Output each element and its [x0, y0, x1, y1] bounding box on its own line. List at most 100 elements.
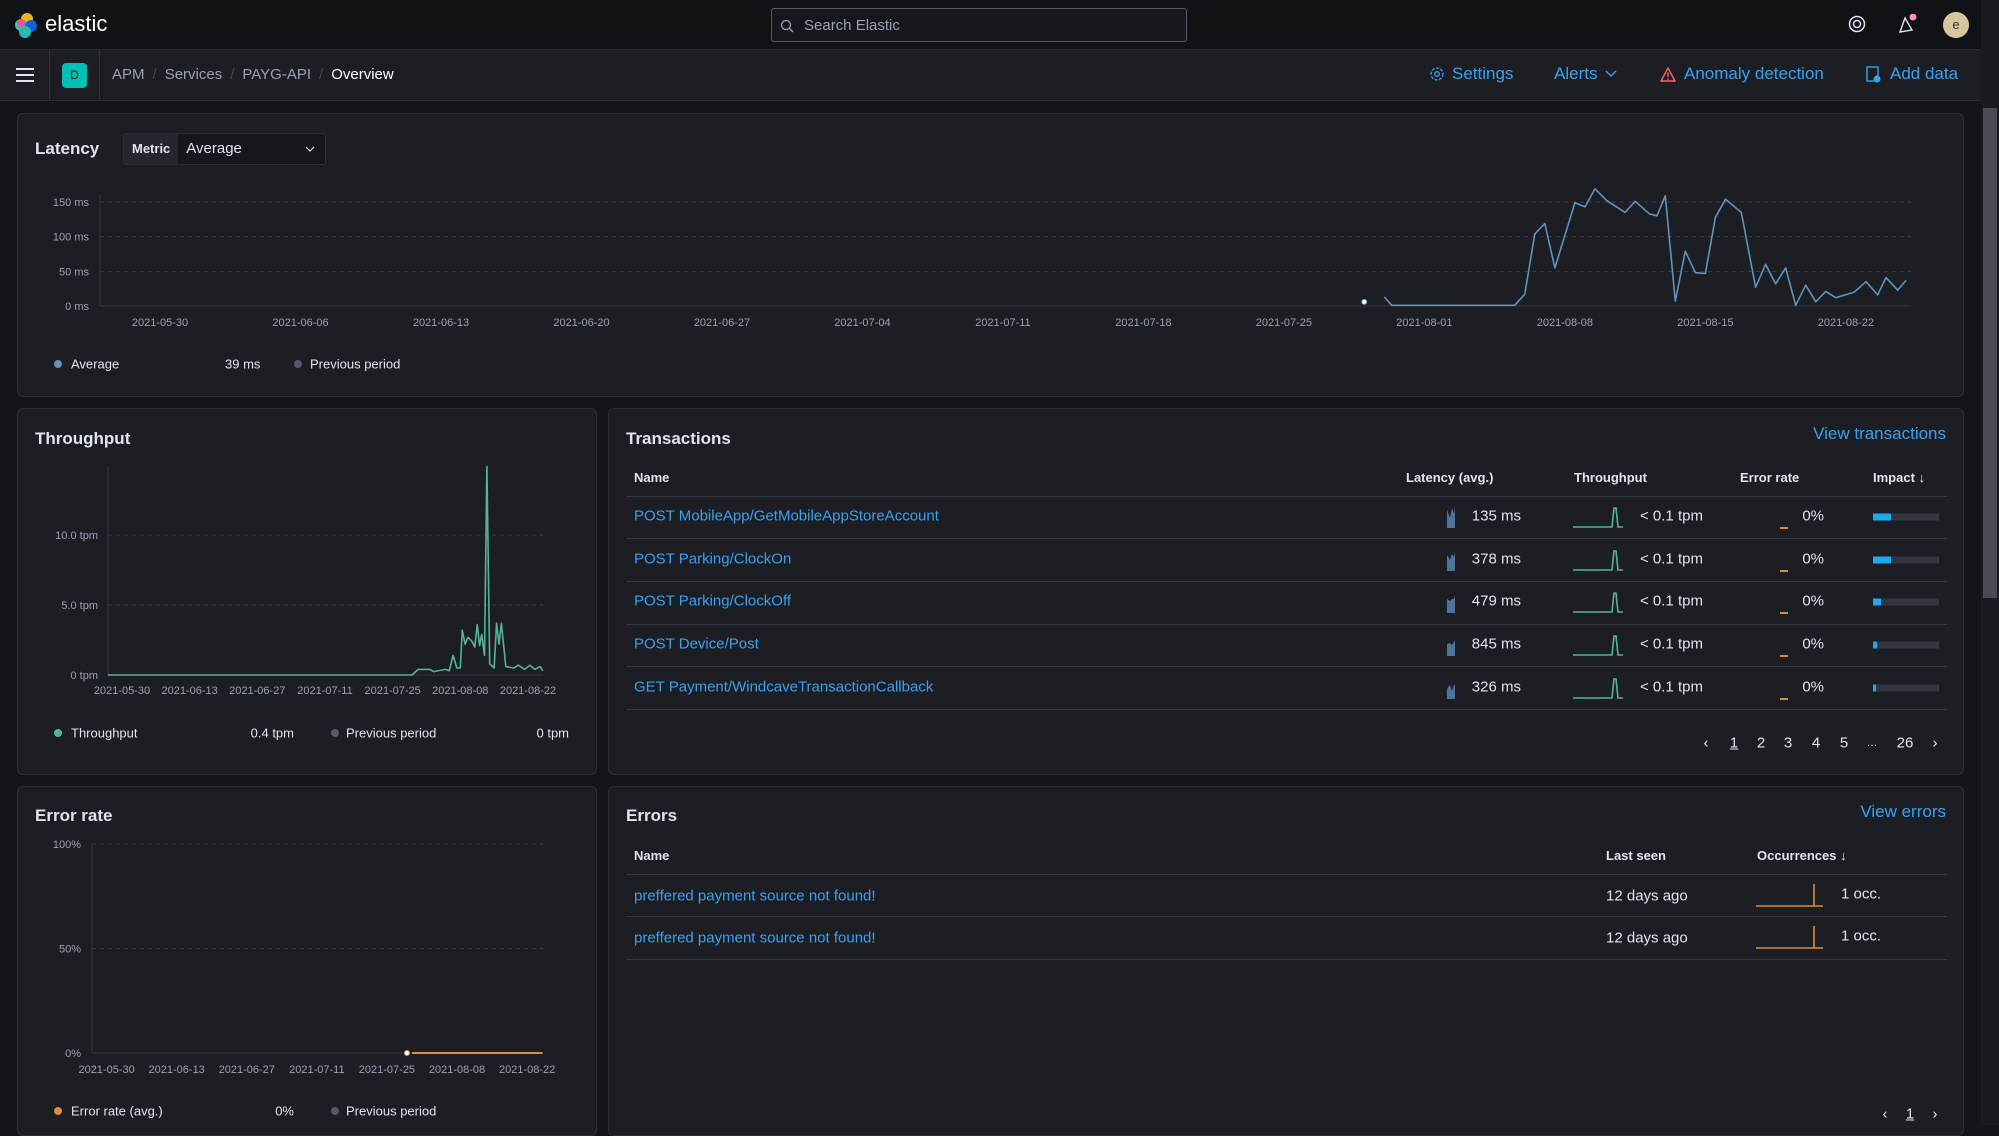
y-tick-label: 0% [65, 1048, 81, 1060]
occurrences-value: 1 occ. [1841, 927, 1882, 945]
row-divider [626, 874, 1947, 875]
pagination-page-3[interactable]: 3 [1784, 735, 1792, 752]
space-badge[interactable]: D [62, 63, 87, 88]
errors-panel: Errors View errors Name Last seen Occurr… [608, 786, 1964, 1136]
pagination-prev[interactable]: ‹ [1883, 1106, 1888, 1123]
breadcrumb-apm[interactable]: APM [112, 66, 145, 83]
y-tick-label: 100 ms [53, 232, 90, 244]
sort-down-icon: ↓ [1918, 470, 1926, 485]
transaction-name-link[interactable]: POST Parking/ClockOff [634, 593, 791, 610]
elastic-logo[interactable] [13, 12, 39, 38]
pagination-page-2[interactable]: 2 [1757, 735, 1765, 752]
pagination-next[interactable]: › [1933, 1106, 1938, 1123]
breadcrumb-current: Overview [331, 66, 394, 83]
view-transactions-link[interactable]: View transactions [1813, 424, 1946, 444]
x-tick-label: 2021-06-27 [694, 317, 750, 329]
help-icon[interactable] [1848, 15, 1866, 33]
scrollbar-thumb[interactable] [1983, 108, 1997, 598]
transaction-name-link[interactable]: POST Device/Post [634, 636, 759, 653]
divider [49, 50, 50, 101]
error-name-link[interactable]: preffered payment source not found! [634, 888, 876, 905]
add-data-button[interactable]: Add data [1866, 64, 1958, 84]
x-tick-label: 2021-06-20 [553, 317, 609, 329]
page-scrollbar[interactable] [1981, 0, 1999, 1125]
column-name[interactable]: Name [634, 470, 669, 485]
legend-error-rate-value: 0% [275, 1103, 294, 1119]
newsfeed-icon[interactable] [1897, 14, 1917, 34]
column-occurrences[interactable]: Occurrences ↓ [1757, 848, 1847, 863]
pagination-page-1[interactable]: 1 [1730, 735, 1738, 752]
latency-value: 378 ms [1471, 550, 1521, 568]
x-tick-label: 2021-06-27 [219, 1064, 275, 1076]
top-header: elastic Search Elastic e [0, 0, 1981, 50]
avatar[interactable]: e [1943, 12, 1969, 38]
settings-button[interactable]: Settings [1429, 64, 1513, 84]
sort-down-icon: ↓ [1840, 848, 1847, 863]
column-last-seen[interactable]: Last seen [1606, 848, 1666, 863]
y-tick-label: 0 tpm [70, 670, 98, 682]
error-rate-value: 0% [1802, 592, 1824, 610]
pagination-prev[interactable]: ‹ [1704, 735, 1709, 752]
transaction-name-link[interactable]: POST MobileApp/GetMobileAppStoreAccount [634, 508, 939, 525]
x-tick-label: 2021-06-13 [413, 317, 469, 329]
breadcrumb-services[interactable]: Services [165, 66, 223, 83]
x-tick-label: 2021-05-30 [132, 317, 188, 329]
anomaly-detection-button[interactable]: Anomaly detection [1660, 64, 1824, 84]
latency-value: 479 ms [1471, 592, 1521, 610]
anomaly-label: Anomaly detection [1684, 64, 1824, 83]
x-tick-label: 2021-08-08 [429, 1064, 485, 1076]
throughput-value: < 0.1 tpm [1640, 550, 1703, 568]
x-tick-label: 2021-07-04 [834, 317, 890, 329]
error-rate-value: 0% [1802, 550, 1824, 568]
column-impact-label: Impact [1873, 470, 1915, 485]
throughput-value: < 0.1 tpm [1640, 592, 1703, 610]
column-throughput[interactable]: Throughput [1574, 470, 1647, 485]
y-tick-label: 50 ms [59, 266, 89, 278]
error-rate-value: 0% [1802, 635, 1824, 653]
alerts-button[interactable]: Alerts [1554, 64, 1617, 84]
x-tick-label: 2021-06-06 [272, 317, 328, 329]
add-data-label: Add data [1890, 64, 1959, 83]
column-name[interactable]: Name [634, 848, 669, 863]
legend-error-rate[interactable]: Error rate (avg.) [71, 1104, 163, 1119]
occurrences-sparkline [1756, 884, 1823, 907]
error-name-link[interactable]: preffered payment source not found! [634, 930, 876, 947]
impact-bar [1873, 556, 1939, 564]
transaction-name-link[interactable]: GET Payment/WindcaveTransactionCallback [634, 679, 933, 696]
logo-text: elastic [45, 11, 108, 36]
series-line-latency [1383, 188, 1907, 307]
transaction-name-link[interactable]: POST Parking/ClockOn [634, 551, 791, 568]
latency-sparkline [1447, 640, 1455, 656]
pagination-next[interactable]: › [1933, 735, 1938, 752]
pagination-page-1[interactable]: 1 [1906, 1106, 1914, 1123]
legend-previous[interactable]: Previous period [346, 726, 436, 741]
legend-previous[interactable]: Previous period [310, 357, 400, 372]
breadcrumb-service[interactable]: PAYG-API [242, 66, 311, 83]
breadcrumb-bar: D APM / Services / PAYG-API / Overview Sett… [0, 50, 1981, 101]
column-error-rate[interactable]: Error rate [1740, 470, 1799, 485]
legend-previous[interactable]: Previous period [346, 1104, 436, 1119]
x-tick-label: 2021-08-22 [499, 1064, 555, 1076]
legend-average[interactable]: Average [71, 357, 119, 372]
legend-throughput[interactable]: Throughput [71, 726, 138, 741]
impact-bar-fill [1873, 598, 1881, 606]
search-icon [780, 19, 794, 33]
column-impact[interactable]: Impact ↓ [1873, 470, 1925, 485]
x-tick-label: 2021-07-25 [359, 1064, 415, 1076]
pagination-page-4[interactable]: 4 [1812, 735, 1820, 752]
x-tick-label: 2021-07-18 [1115, 317, 1171, 329]
x-tick-label: 2021-06-27 [229, 685, 285, 697]
view-errors-link[interactable]: View errors [1860, 802, 1946, 822]
throughput-value: < 0.1 tpm [1640, 507, 1703, 525]
add-data-icon [1866, 65, 1881, 82]
legend-throughput-value: 0.4 tpm [250, 725, 294, 741]
pagination-page-last[interactable]: 26 [1897, 735, 1914, 752]
menu-icon[interactable] [16, 68, 34, 82]
throughput-chart: 0 tpm 5.0 tpm 10.0 tpm 2021-05-30 2021-06-13… [55, 465, 556, 697]
column-latency[interactable]: Latency (avg.) [1406, 470, 1493, 485]
pagination-page-5[interactable]: 5 [1840, 735, 1848, 752]
impact-bar-fill [1873, 556, 1891, 564]
latency-chart: 0 ms 50 ms 100 ms 150 ms 2021-05-30 2021-06-0… [53, 188, 1911, 329]
search-input[interactable]: Search Elastic [771, 8, 1187, 42]
x-tick-label: 2021-07-25 [365, 685, 421, 697]
